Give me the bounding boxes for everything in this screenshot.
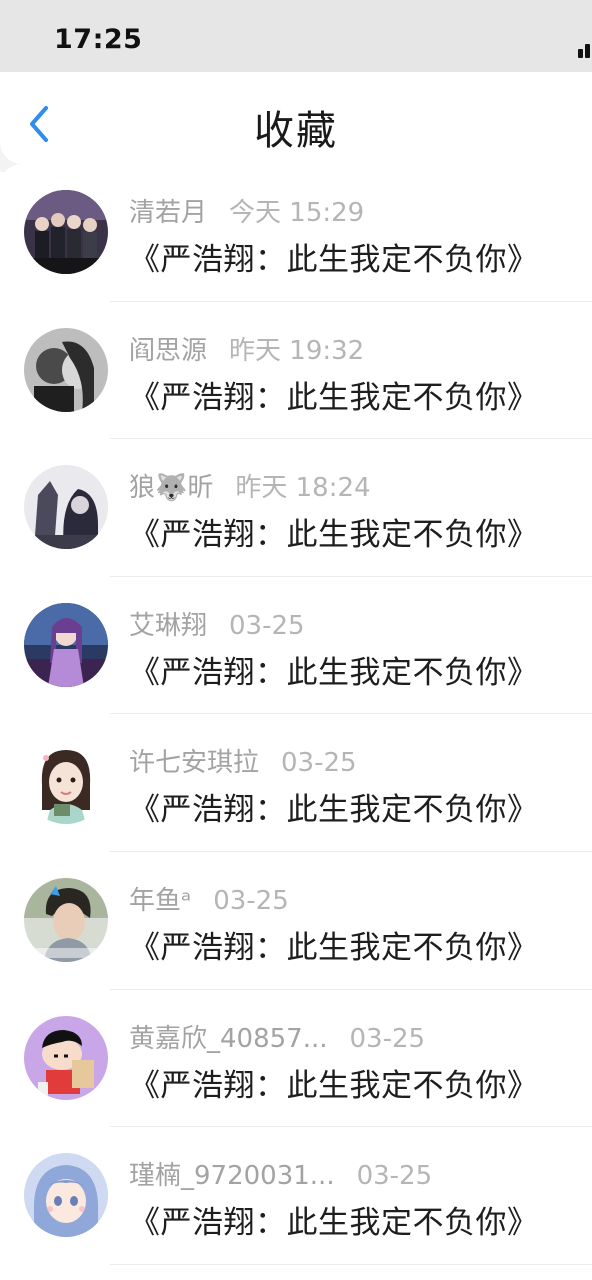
author-name: 黄嘉欣_40857... <box>129 1023 328 1054</box>
timestamp: 今天 15:29 <box>229 198 365 228</box>
author-name: 狼🐺昕 <box>129 473 214 504</box>
item-meta: 年鱼ᵃ 03-25 <box>129 880 289 917</box>
avatar <box>24 1153 108 1238</box>
author-name: 阎思源 <box>129 335 208 366</box>
author-name: 许七安琪拉 <box>129 748 260 779</box>
timestamp: 03-25 <box>281 748 357 779</box>
author-name: 瑾楠_9720031... <box>129 1161 335 1192</box>
list-item[interactable]: 清若月 今天 15:29 《严浩翔：此生我定不负你》 <box>0 164 592 302</box>
list-item[interactable]: 黄嘉欣_40857... 03-25 《严浩翔：此生我定不负你》 <box>0 990 592 1128</box>
timestamp: 03-25 <box>356 1161 433 1192</box>
post-title: 《严浩翔：此生我定不负你》 <box>129 792 539 829</box>
author-name: 年鱼ᵃ <box>129 885 192 916</box>
post-title: 《严浩翔：此生我定不负你》 <box>129 1205 539 1242</box>
list-item[interactable]: 瑾楠_9720031... 03-25 《严浩翔：此生我定不负你》 <box>0 1127 592 1265</box>
timestamp: 03-25 <box>349 1023 426 1054</box>
timestamp: 03-25 <box>213 885 289 916</box>
divider <box>110 1263 592 1265</box>
page-title: 收藏 <box>254 108 338 154</box>
timestamp: 昨天 19:32 <box>229 335 365 366</box>
timestamp: 昨天 18:24 <box>235 473 371 504</box>
post-title: 《严浩翔：此生我定不负你》 <box>129 517 539 554</box>
post-title: 《严浩翔：此生我定不负你》 <box>129 379 539 416</box>
post-title: 《严浩翔：此生我定不负你》 <box>129 242 539 278</box>
list-item[interactable]: 艾琳翔 03-25 《严浩翔：此生我定不负你》 <box>0 577 592 715</box>
post-title: 《严浩翔：此生我定不负你》 <box>129 1067 539 1104</box>
avatar <box>24 877 108 962</box>
avatar <box>24 740 108 825</box>
author-name: 艾琳翔 <box>129 610 208 641</box>
avatar <box>24 465 108 550</box>
avatar <box>24 1015 108 1100</box>
list-item[interactable]: 许七安琪拉 03-25 《严浩翔：此生我定不负你》 <box>0 714 592 852</box>
list-item[interactable]: 年鱼ᵃ 03-25 《严浩翔：此生我定不负你》 <box>0 852 592 990</box>
list-item[interactable]: 狼🐺昕 昨天 18:24 《严浩翔：此生我定不负你》 <box>0 439 592 577</box>
status-time: 17:25 <box>54 24 143 55</box>
author-name: 清若月 <box>129 198 208 228</box>
item-meta: 阎思源 昨天 19:32 <box>129 330 364 367</box>
favorites-list: 清若月 今天 15:29 《严浩翔：此生我定不负你》 阎思源 昨天 19:32 《严… <box>0 164 592 1265</box>
item-meta: 许七安琪拉 03-25 <box>129 742 357 779</box>
timestamp: 03-25 <box>229 610 305 641</box>
item-meta: 清若月 今天 15:29 <box>129 192 364 229</box>
item-meta: 瑾楠_9720031... 03-25 <box>129 1155 432 1192</box>
post-title: 《严浩翔：此生我定不负你》 <box>129 654 539 691</box>
signal-icon <box>578 40 592 58</box>
avatar <box>24 190 108 274</box>
avatar <box>24 602 108 687</box>
item-meta: 艾琳翔 03-25 <box>129 605 305 642</box>
item-meta: 黄嘉欣_40857... 03-25 <box>129 1018 425 1055</box>
post-title: 《严浩翔：此生我定不负你》 <box>129 929 539 966</box>
item-meta: 狼🐺昕 昨天 18:24 <box>129 467 371 504</box>
list-item[interactable]: 阎思源 昨天 19:32 《严浩翔：此生我定不负你》 <box>0 302 592 440</box>
avatar <box>24 327 108 412</box>
status-bar: 17:25 <box>0 0 592 72</box>
